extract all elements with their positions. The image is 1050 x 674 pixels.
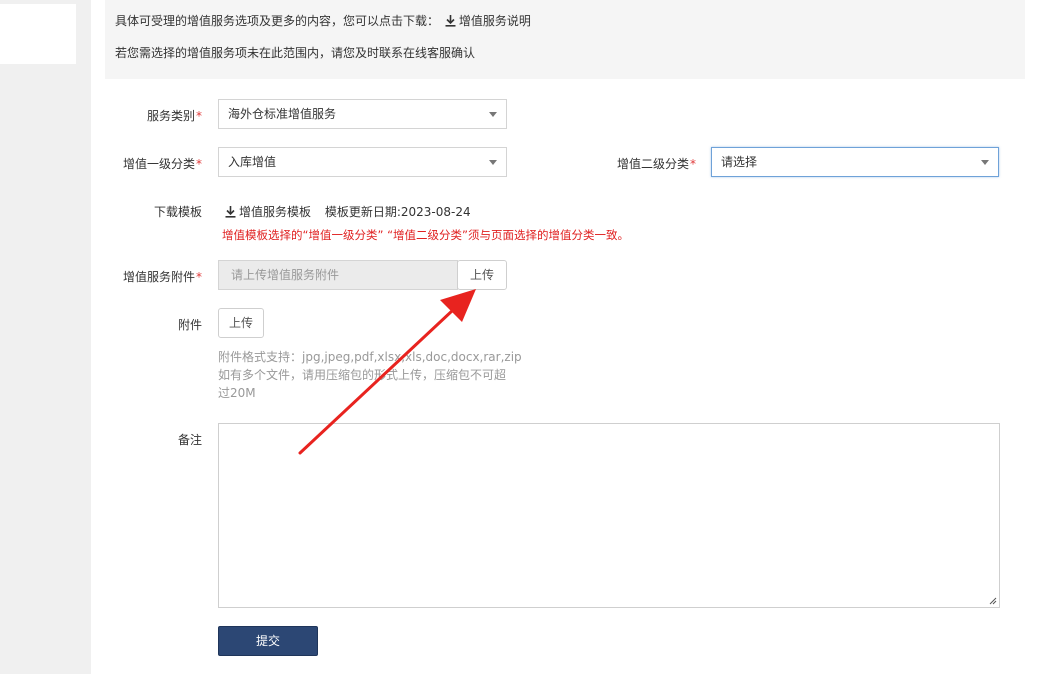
attachment-upload-button[interactable]: 上传 — [218, 308, 264, 338]
download-template-label: 下载模板 — [153, 205, 202, 219]
template-download-label: 增值服务模板 — [239, 205, 312, 219]
service-type-select[interactable]: 海外仓标准增值服务 — [218, 99, 507, 129]
remark-label: 备注 — [177, 433, 202, 447]
attachment-hint-line: 过20M — [218, 386, 256, 400]
chevron-down-icon — [489, 112, 497, 117]
service-attachment-input[interactable]: 请上传增值服务附件 — [218, 260, 458, 290]
notice-line-download: 具体可受理的增值服务选项及更多的内容，您可以点击下载： 增值服务说明 — [115, 12, 531, 29]
required-mark: * — [196, 270, 202, 284]
notice-box: 具体可受理的增值服务选项及更多的内容，您可以点击下载： 增值服务说明 若您需选择… — [105, 0, 1025, 79]
level1-category-select[interactable]: 入库增值 — [218, 147, 507, 177]
level2-category-value: 请选择 — [721, 155, 758, 169]
attachment-hint-line: 如有多个文件，请用压缩包的形式上传，压缩包不可超 — [218, 368, 507, 382]
attachment-label: 附件 — [177, 318, 202, 332]
notice-download-text: 具体可受理的增值服务选项及更多的内容，您可以点击下载： — [115, 14, 440, 28]
attachment-hint: 附件格式支持：jpg,jpeg,pdf,xlsx,xls,doc,docx,ra… — [218, 348, 522, 402]
download-icon — [225, 206, 236, 218]
chevron-down-icon — [489, 160, 497, 165]
required-mark: * — [196, 157, 202, 171]
level2-category-select[interactable]: 请选择 — [711, 147, 999, 177]
required-mark: * — [196, 109, 202, 123]
left-sidebar-panel — [0, 4, 76, 64]
service-attachment-upload-button[interactable]: 上传 — [457, 260, 507, 290]
template-updated-date: 模板更新日期:2023-08-24 — [324, 205, 471, 219]
download-icon — [445, 15, 456, 27]
level2-category-label-text: 增值二级分类 — [616, 157, 689, 171]
level1-category-value: 入库增值 — [228, 155, 277, 169]
service-type-label: 服务类别* — [42, 107, 202, 124]
attachment-hint-line: 附件格式支持：jpg,jpeg,pdf,xlsx,xls,doc,docx,ra… — [218, 350, 522, 364]
required-mark: * — [690, 157, 696, 171]
template-warning-text: 增值模板选择的“增值一级分类” “增值二级分类”须与页面选择的增值分类一致。 — [222, 228, 629, 242]
main-content: 具体可受理的增值服务选项及更多的内容，您可以点击下载： 增值服务说明 若您需选择… — [91, 0, 1050, 674]
template-download-link[interactable]: 增值服务模板 — [223, 205, 311, 219]
service-type-label-text: 服务类别 — [146, 109, 195, 123]
service-description-link[interactable]: 增值服务说明 — [443, 14, 531, 28]
submit-button[interactable]: 提交 — [218, 626, 318, 656]
level1-category-label-text: 增值一级分类 — [122, 157, 195, 171]
remark-textarea[interactable] — [218, 423, 1000, 608]
level2-category-label: 增值二级分类* — [536, 155, 696, 172]
level1-category-label: 增值一级分类* — [42, 155, 202, 172]
chevron-down-icon — [981, 160, 989, 165]
service-type-value: 海外仓标准增值服务 — [228, 107, 337, 121]
resize-grip-icon[interactable] — [987, 595, 997, 605]
notice-line-contact: 若您需选择的增值服务项未在此范围内，请您及时联系在线客服确认 — [115, 46, 476, 60]
service-attachment-label-text: 增值服务附件 — [122, 270, 195, 284]
template-row: 增值服务模板 模板更新日期:2023-08-24 — [223, 203, 471, 220]
service-attachment-label: 增值服务附件* — [42, 268, 202, 285]
service-description-label: 增值服务说明 — [458, 14, 531, 28]
